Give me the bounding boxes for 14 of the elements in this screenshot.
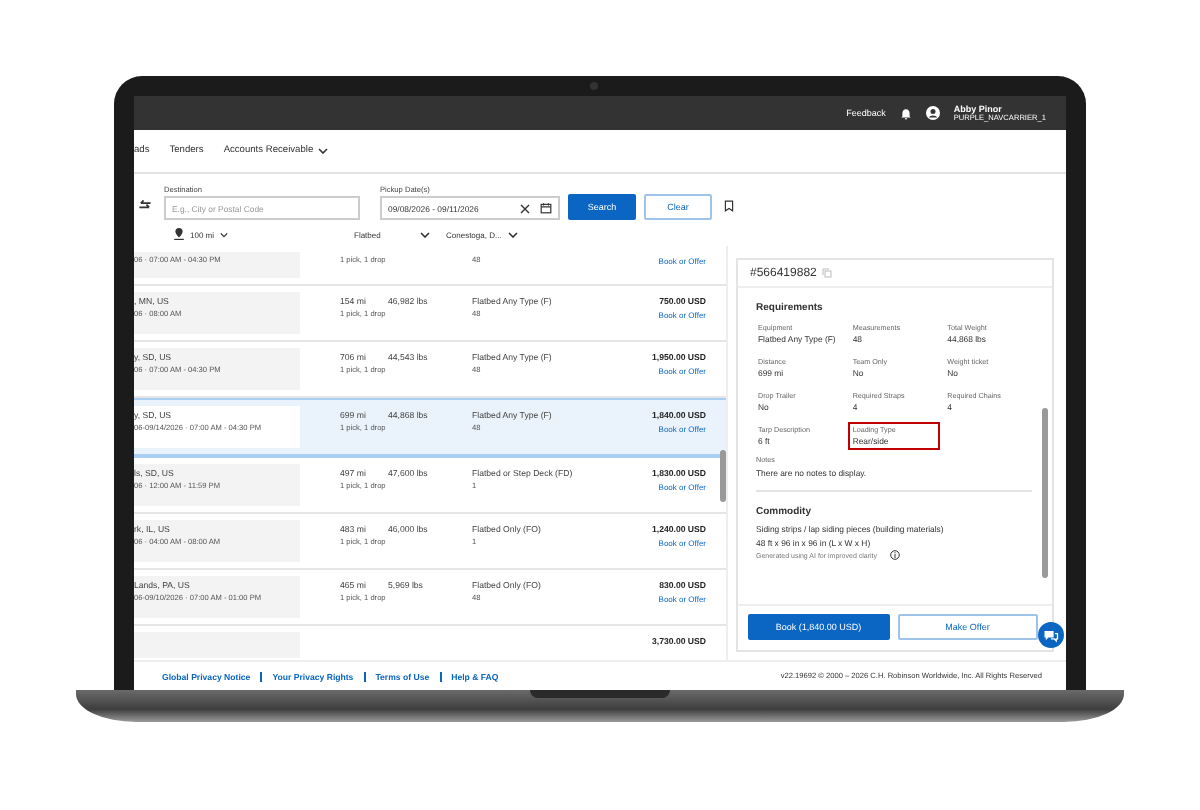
pin-icon bbox=[174, 228, 184, 240]
chevron-icon bbox=[220, 231, 229, 237]
user-icon[interactable] bbox=[925, 106, 940, 120]
bell-icon[interactable] bbox=[899, 107, 912, 119]
chat-icon[interactable] bbox=[1038, 622, 1064, 648]
swap-icon[interactable] bbox=[138, 200, 152, 212]
scrollbar-thumb[interactable] bbox=[1042, 408, 1048, 578]
close-icon[interactable] bbox=[520, 203, 530, 213]
bookmark-icon[interactable] bbox=[724, 200, 734, 212]
chevron-icon bbox=[420, 231, 430, 237]
info-icon[interactable] bbox=[889, 550, 900, 560]
calendar-icon[interactable] bbox=[540, 202, 552, 214]
chevron-icon bbox=[507, 231, 518, 237]
scrollbar-thumb[interactable] bbox=[720, 450, 726, 502]
